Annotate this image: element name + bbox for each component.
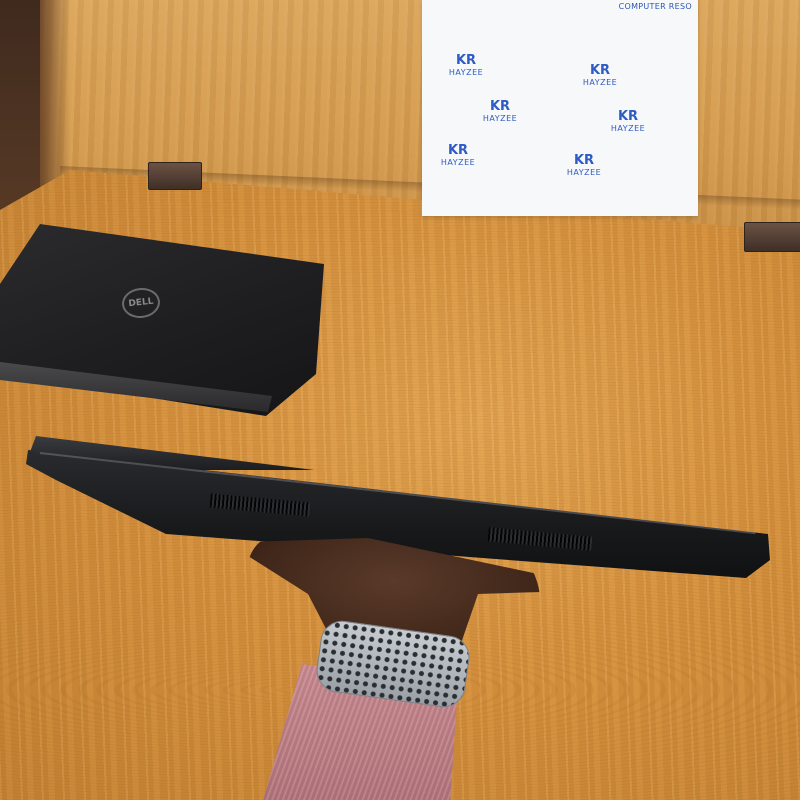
logo-word: HAYZEE xyxy=(482,114,518,123)
logo-mark: KR xyxy=(489,99,511,114)
photo-scene: COMPUTER RESO KR HAYZEE KR HAYZEE KR HAY… xyxy=(0,0,800,800)
brand-logo: KR HAYZEE xyxy=(574,63,626,88)
logo-word: HAYZEE xyxy=(566,168,602,177)
logo-mark: KR xyxy=(589,63,611,78)
brand-logo: KR HAYZEE xyxy=(474,99,526,124)
hinge-right xyxy=(744,222,800,252)
sign-header: COMPUTER RESO xyxy=(618,2,692,11)
logo-word: HAYZEE xyxy=(448,68,484,77)
logo-mark: KR xyxy=(447,143,469,158)
logo-mark: KR xyxy=(455,53,477,68)
branded-sign: COMPUTER RESO KR HAYZEE KR HAYZEE KR HAY… xyxy=(422,0,698,216)
brand-logo: KR HAYZEE xyxy=(432,143,484,168)
brand-logo: KR HAYZEE xyxy=(440,53,492,78)
logo-word: HAYZEE xyxy=(440,158,476,167)
logo-word: HAYZEE xyxy=(582,78,618,87)
logo-mark: KR xyxy=(573,153,595,168)
brand-logo: KR HAYZEE xyxy=(602,109,654,134)
hinge-left xyxy=(148,162,202,190)
logo-word: HAYZEE xyxy=(610,124,646,133)
logo-mark: KR xyxy=(617,109,639,124)
brand-logo: KR HAYZEE xyxy=(558,153,610,178)
